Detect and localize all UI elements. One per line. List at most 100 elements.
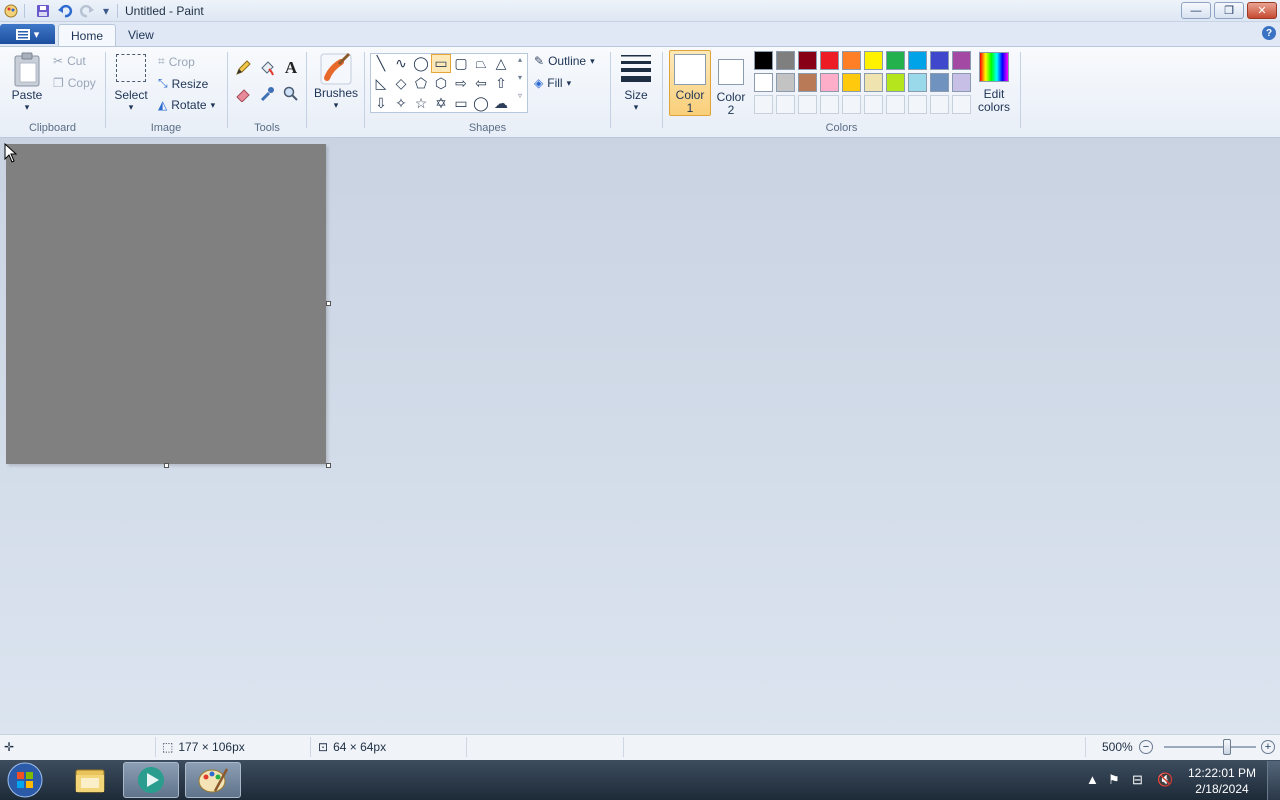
save-icon[interactable] [34, 3, 52, 19]
clock[interactable]: 12:22:01 PM 2/18/2024 [1186, 765, 1258, 797]
crop-button[interactable]: ⌗ Crop [158, 54, 195, 69]
up-arrow-shape-icon[interactable]: ⇧ [491, 74, 511, 93]
custom-color-slot[interactable] [842, 95, 861, 114]
custom-color-slot[interactable] [776, 95, 795, 114]
cut-button[interactable]: ✂ Cut [53, 54, 86, 68]
paint-app-icon[interactable] [2, 3, 20, 19]
resize-handle-right[interactable] [326, 301, 331, 306]
select-button[interactable]: Select ▾ [114, 54, 148, 113]
custom-color-slot[interactable] [908, 95, 927, 114]
scroll-down-icon[interactable]: ▾ [518, 73, 522, 82]
pencil-icon[interactable] [233, 58, 253, 78]
copy-button[interactable]: ❐ Copy [53, 76, 96, 90]
four-point-star-shape-icon[interactable]: ✧ [391, 94, 411, 113]
redo-icon[interactable] [78, 3, 96, 19]
customize-quick-access-icon[interactable]: ▾ [97, 3, 115, 19]
resize-handle-corner[interactable] [326, 463, 331, 468]
taskbar-file-explorer[interactable] [62, 762, 118, 798]
palette-swatch[interactable] [952, 51, 971, 70]
palette-swatch[interactable] [820, 51, 839, 70]
palette-swatch[interactable] [864, 51, 883, 70]
close-button[interactable]: ✕ [1247, 2, 1277, 19]
palette-swatch[interactable] [864, 73, 883, 92]
text-icon[interactable]: A [281, 58, 301, 78]
eraser-icon[interactable] [233, 84, 253, 104]
palette-swatch[interactable] [886, 51, 905, 70]
action-center-flag-icon[interactable]: ⚑ [1108, 772, 1120, 788]
paint-menu-button[interactable]: ▾ [0, 24, 55, 44]
line-shape-icon[interactable]: ╲ [371, 54, 391, 73]
palette-swatch[interactable] [754, 51, 773, 70]
palette-swatch[interactable] [930, 73, 949, 92]
rotate-button[interactable]: ◭ Rotate ▾ [158, 98, 215, 112]
size-button[interactable]: Size ▾ [618, 53, 654, 113]
rect-callout-shape-icon[interactable]: ▭ [451, 94, 471, 113]
taskbar-paint[interactable] [185, 762, 241, 798]
oval-callout-shape-icon[interactable]: ◯ [471, 94, 491, 113]
fill-button[interactable]: ◈ Fill ▾ [534, 76, 571, 90]
palette-swatch[interactable] [842, 73, 861, 92]
five-point-star-shape-icon[interactable]: ☆ [411, 94, 431, 113]
curve-shape-icon[interactable]: ∿ [391, 54, 411, 73]
tab-home[interactable]: Home [58, 24, 117, 46]
palette-swatch[interactable] [798, 51, 817, 70]
triangle-shape-icon[interactable]: △ [491, 54, 511, 73]
zoom-out-button[interactable]: − [1139, 740, 1153, 754]
down-arrow-shape-icon[interactable]: ⇩ [371, 94, 391, 113]
right-triangle-shape-icon[interactable]: ◺ [371, 74, 391, 93]
network-icon[interactable]: ⊟ [1132, 772, 1143, 788]
start-button[interactable] [5, 761, 45, 799]
right-arrow-shape-icon[interactable]: ⇨ [451, 74, 471, 93]
diamond-shape-icon[interactable]: ◇ [391, 74, 411, 93]
zoom-in-button[interactable]: + [1261, 740, 1275, 754]
oval-shape-icon[interactable]: ◯ [411, 54, 431, 73]
color2-button[interactable]: Color 2 [713, 54, 749, 117]
magnifier-icon[interactable] [281, 84, 301, 104]
undo-icon[interactable] [56, 3, 74, 19]
cloud-callout-shape-icon[interactable]: ☁ [491, 94, 511, 113]
palette-swatch[interactable] [842, 51, 861, 70]
palette-swatch[interactable] [908, 73, 927, 92]
custom-color-slot[interactable] [952, 95, 971, 114]
fill-bucket-icon[interactable] [257, 58, 277, 78]
color-picker-icon[interactable] [257, 84, 277, 104]
show-desktop-button[interactable] [1267, 761, 1280, 800]
expand-gallery-icon[interactable]: ▿ [518, 91, 522, 100]
left-arrow-shape-icon[interactable]: ⇦ [471, 74, 491, 93]
palette-swatch[interactable] [776, 51, 795, 70]
paste-button[interactable]: Paste ▾ [10, 52, 44, 113]
zoom-slider-track[interactable] [1164, 746, 1256, 748]
show-hidden-icons[interactable]: ▲ [1086, 772, 1099, 787]
palette-swatch[interactable] [908, 51, 927, 70]
custom-color-slot[interactable] [754, 95, 773, 114]
custom-color-slot[interactable] [798, 95, 817, 114]
restore-button[interactable]: ❐ [1214, 2, 1244, 19]
volume-muted-icon[interactable]: 🔇 [1157, 772, 1173, 788]
six-point-star-shape-icon[interactable]: ✡ [431, 94, 451, 113]
polygon-shape-icon[interactable]: ⏢ [471, 54, 491, 73]
scroll-up-icon[interactable]: ▴ [518, 55, 522, 64]
resize-handle-bottom[interactable] [164, 463, 169, 468]
color1-button[interactable]: Color 1 [669, 50, 711, 116]
rectangle-shape-icon[interactable]: ▭ [431, 54, 451, 73]
hexagon-shape-icon[interactable]: ⬡ [431, 74, 451, 93]
resize-button[interactable]: ⤡ Resize [158, 76, 208, 91]
palette-swatch[interactable] [776, 73, 795, 92]
pentagon-shape-icon[interactable]: ⬠ [411, 74, 431, 93]
palette-swatch[interactable] [820, 73, 839, 92]
help-icon[interactable]: ? [1262, 26, 1276, 40]
palette-swatch[interactable] [798, 73, 817, 92]
brushes-button[interactable]: Brushes ▾ [313, 52, 359, 111]
minimize-button[interactable]: — [1181, 2, 1211, 19]
zoom-slider-thumb[interactable] [1223, 739, 1231, 755]
edit-colors-button[interactable]: Edit colors [975, 52, 1013, 114]
palette-swatch[interactable] [930, 51, 949, 70]
rounded-rectangle-shape-icon[interactable]: ▢ [451, 54, 471, 73]
outline-button[interactable]: ✎ Outline ▾ [534, 54, 595, 68]
palette-swatch[interactable] [886, 73, 905, 92]
taskbar-media-app[interactable] [123, 762, 179, 798]
tab-view[interactable]: View [116, 24, 166, 46]
custom-color-slot[interactable] [886, 95, 905, 114]
custom-color-slot[interactable] [864, 95, 883, 114]
custom-color-slot[interactable] [930, 95, 949, 114]
